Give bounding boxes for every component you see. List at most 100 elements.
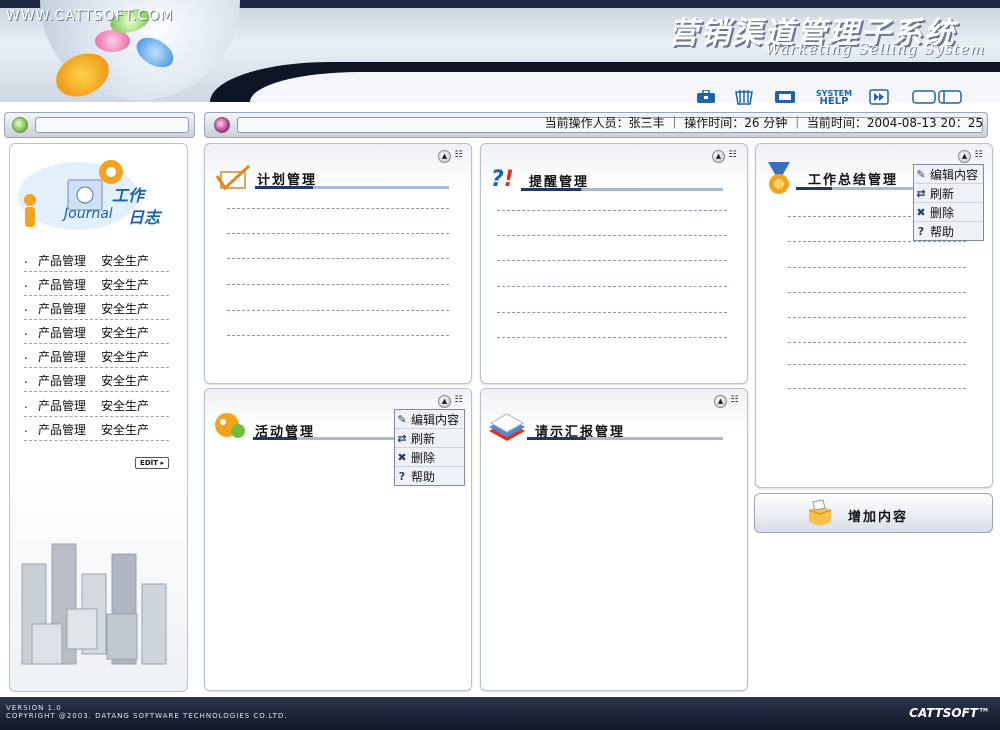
nav-bullet: . (24, 372, 28, 386)
add-content-label: 增加内容 (848, 510, 909, 525)
nav-label-2[interactable]: 安全生产 (101, 348, 149, 365)
content-line (788, 342, 966, 343)
content-line (497, 337, 727, 338)
menu-item-help[interactable]: ? 帮助 (395, 467, 464, 485)
menu-item-refresh[interactable]: ⇄ 刷新 (914, 184, 983, 203)
nav-label-2[interactable]: 安全生产 (101, 252, 149, 269)
title-underline (527, 437, 723, 440)
version-text: VERSION 1.0 (6, 704, 62, 712)
content-line (788, 388, 966, 389)
footer: VERSION 1.0 COPYRIGHT @2003. DATANG SOFT… (0, 697, 1000, 730)
nav-label-2[interactable]: 安全生产 (101, 324, 149, 341)
system-help-icon[interactable]: SYSTEM HELP (815, 90, 853, 107)
nav-label[interactable]: 产品管理 (38, 252, 86, 269)
copyright-text: COPYRIGHT @2003. DATANG SOFTWARE TECHNOL… (6, 712, 288, 720)
panel-menu-icon[interactable]: ☷ (453, 395, 464, 406)
sidebar-item[interactable]: . 产品管理 安全生产 (24, 392, 169, 417)
pencil-notepad-icon (215, 164, 251, 191)
collapse-icon[interactable]: ▲ (714, 395, 727, 408)
content-line (788, 317, 966, 318)
sidebar-item[interactable]: . 产品管理 安全生产 (24, 295, 169, 320)
question-exclaim-icon: ?! (491, 167, 514, 192)
menu-item-label: 删除 (411, 450, 436, 465)
system-subtitle: Warketing Selling System (765, 40, 986, 58)
nav-label[interactable]: 产品管理 (38, 397, 86, 414)
nav-label[interactable]: 产品管理 (38, 300, 86, 317)
brand-logo: CATTSOFT™ (909, 706, 990, 720)
activity-context-menu: ✎ 编辑内容 ⇄ 刷新 ✖ 删除 ? 帮助 (394, 409, 465, 486)
plan-panel: ▲ ☷ 计划管理 (204, 143, 472, 384)
refresh-icon: ⇄ (397, 431, 407, 445)
sidebar-item[interactable]: . 产品管理 安全生产 (24, 247, 169, 272)
panel-menu-icon[interactable]: ☷ (973, 150, 984, 161)
content-line (497, 210, 727, 211)
menu-item-delete[interactable]: ✖ 删除 (914, 203, 983, 222)
title-underline (255, 186, 449, 189)
site-url: WWW.CATTSOFT.COM (6, 8, 174, 24)
title-underline (796, 187, 916, 190)
nav-bullet: . (24, 276, 28, 290)
activity-people-icon (215, 413, 245, 438)
nav-bullet: . (24, 421, 28, 435)
refresh-icon: ⇄ (916, 186, 926, 200)
menu-item-label: 编辑内容 (930, 167, 979, 182)
pencil-icon: ✎ (397, 412, 407, 426)
menu-item-label: 帮助 (930, 224, 955, 239)
panel-menu-icon[interactable]: ☷ (453, 150, 464, 161)
nav-bullet: . (24, 348, 28, 362)
nav-label[interactable]: 产品管理 (38, 372, 86, 389)
forward-icon[interactable] (868, 89, 890, 105)
content-line (497, 235, 727, 236)
menu-item-edit[interactable]: ✎ 编辑内容 (914, 165, 983, 184)
nav-label-2[interactable]: 安全生产 (101, 372, 149, 389)
nav-label-2[interactable]: 安全生产 (101, 421, 149, 438)
delete-icon: ✖ (397, 450, 407, 464)
nav-label-2[interactable]: 安全生产 (101, 300, 149, 317)
calendar-icon[interactable] (733, 89, 755, 105)
nav-label[interactable]: 产品管理 (38, 421, 86, 438)
help-icon: ? (398, 469, 406, 483)
briefcase-icon[interactable] (695, 89, 717, 105)
reminder-panel: ▲ ☷ ?! 提醒管理 (480, 143, 748, 384)
nav-label[interactable]: 产品管理 (38, 324, 86, 341)
award-medal-icon (768, 162, 790, 194)
collapse-icon[interactable]: ▲ (958, 150, 971, 163)
add-content-button[interactable]: 增加内容 (754, 493, 993, 533)
delete-icon: ✖ (916, 205, 926, 219)
left-status-field (35, 117, 189, 133)
window-toggle-icon[interactable] (912, 89, 962, 105)
menu-item-label: 帮助 (411, 469, 436, 484)
sidebar-item[interactable]: . 产品管理 安全生产 (24, 343, 169, 368)
content-line (788, 292, 966, 293)
sidebar-item[interactable]: . 产品管理 安全生产 (24, 271, 169, 296)
sidebar-item[interactable]: . 产品管理 安全生产 (24, 319, 169, 344)
nav-label-2[interactable]: 安全生产 (101, 276, 149, 293)
content-line (227, 208, 449, 209)
menu-item-edit[interactable]: ✎ 编辑内容 (395, 410, 464, 429)
collapse-icon[interactable]: ▲ (712, 150, 725, 163)
nav-bullet: . (24, 324, 28, 338)
operator-status-bar: 当前操作人员：张三丰 ｜ 操作时间：26 分钟 ｜ 当前时间：2004-08-1… (204, 112, 988, 138)
panel-menu-icon[interactable]: ☷ (729, 395, 740, 406)
title-underline (521, 188, 723, 191)
journal-logo-cn: 日志 (128, 208, 161, 227)
nav-label[interactable]: 产品管理 (38, 348, 86, 365)
logo-petal-blue (131, 31, 179, 74)
collapse-icon[interactable]: ▲ (438, 150, 451, 163)
menu-item-help[interactable]: ? 帮助 (914, 222, 983, 240)
menu-item-delete[interactable]: ✖ 删除 (395, 448, 464, 467)
edit-button[interactable]: EDIT ▸ (135, 457, 169, 469)
report-panel: ▲ ☷ 请示汇报管理 (480, 388, 748, 691)
journal-logo-en: Journal (64, 206, 113, 222)
nav-label-2[interactable]: 安全生产 (101, 397, 149, 414)
menu-item-refresh[interactable]: ⇄ 刷新 (395, 429, 464, 448)
add-box-icon (808, 499, 832, 526)
left-status-bar (4, 112, 195, 138)
collapse-icon[interactable]: ▲ (438, 395, 451, 408)
monitor-icon[interactable] (774, 89, 796, 105)
panel-menu-icon[interactable]: ☷ (727, 150, 738, 161)
help-label-bottom: HELP (819, 96, 849, 107)
nav-label[interactable]: 产品管理 (38, 276, 86, 293)
sidebar-item[interactable]: . 产品管理 安全生产 (24, 367, 169, 392)
sidebar-item[interactable]: . 产品管理 安全生产 (24, 416, 169, 441)
